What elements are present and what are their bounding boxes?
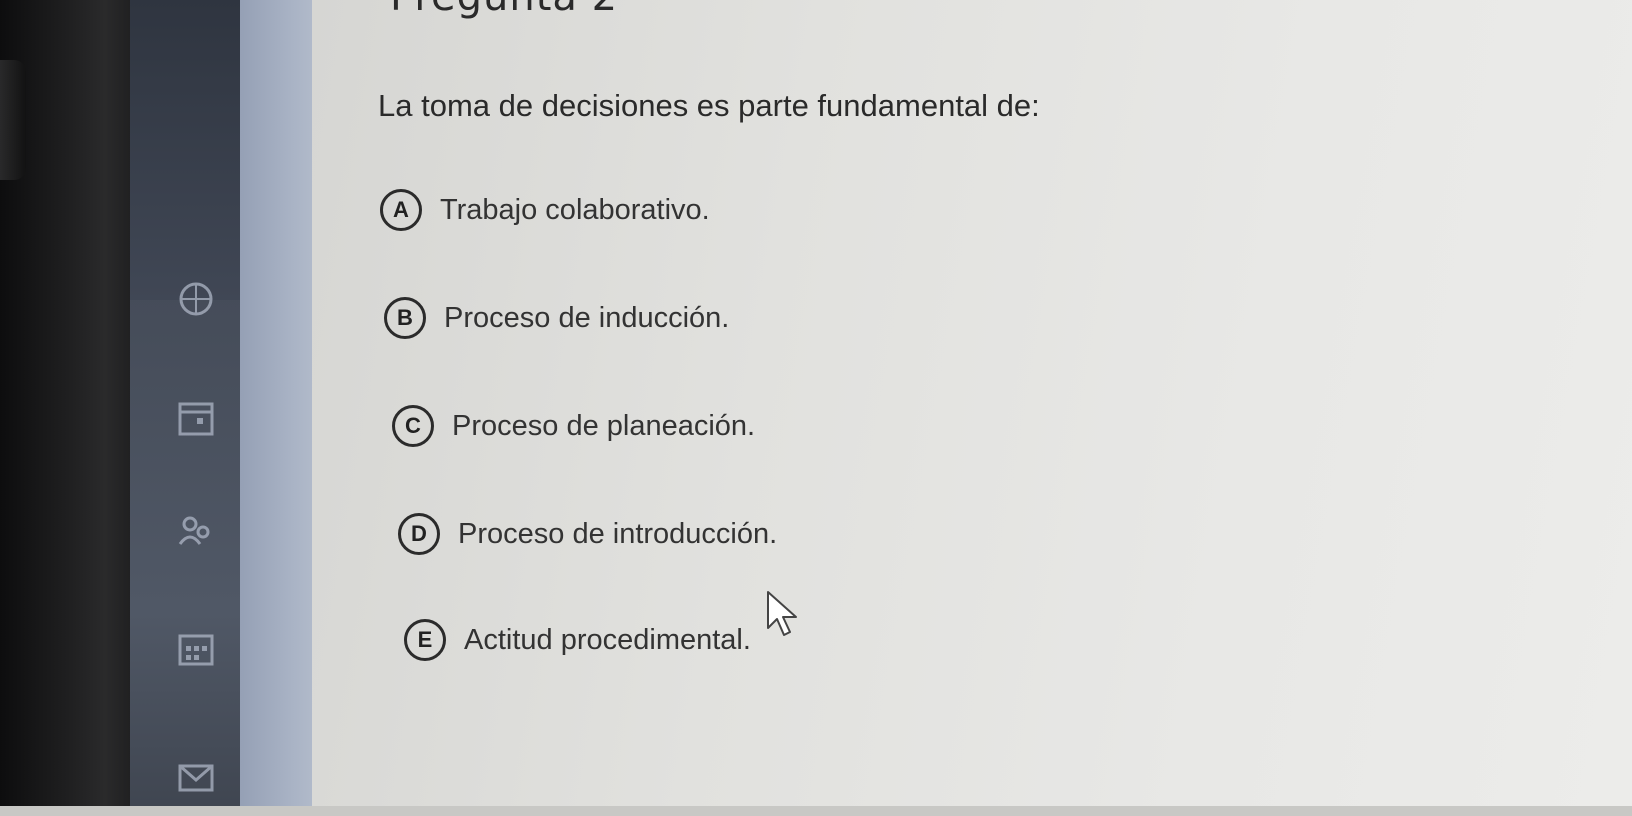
course-icon[interactable] [175,278,217,320]
monitor-bezel [0,0,150,816]
calendar-icon[interactable] [175,398,217,440]
sidebar-top-section [130,0,240,300]
option-c[interactable]: C Proceso de planeación. [392,402,755,450]
question-heading: Pregunta 2 [390,0,618,20]
grid-calendar-icon[interactable] [175,628,217,670]
bezel-reflection [0,60,26,180]
option-letter-badge: C [392,405,434,447]
option-letter-badge: B [384,297,426,339]
bottom-edge [0,806,1632,816]
option-e[interactable]: E Actitud procedimental. [404,616,751,664]
option-a[interactable]: A Trabajo colaborativo. [380,186,710,234]
option-letter-badge: A [380,189,422,231]
option-letter-badge: D [398,513,440,555]
screen: Pregunta 2 La toma de decisiones es part… [0,0,1632,816]
option-label: Proceso de inducción. [444,301,730,334]
mail-icon[interactable] [175,758,217,800]
question-text: La toma de decisiones es parte fundament… [378,88,1040,123]
mouse-pointer-icon [767,591,797,636]
option-label: Proceso de introducción. [458,517,778,550]
option-b[interactable]: B Proceso de inducción. [384,294,729,342]
people-icon[interactable] [175,512,217,554]
option-letter-badge: E [404,619,446,661]
option-label: Proceso de planeación. [452,409,756,442]
option-d[interactable]: D Proceso de introducción. [398,510,777,558]
option-label: Actitud procedimental. [464,623,751,656]
option-label: Trabajo colaborativo. [440,193,710,226]
